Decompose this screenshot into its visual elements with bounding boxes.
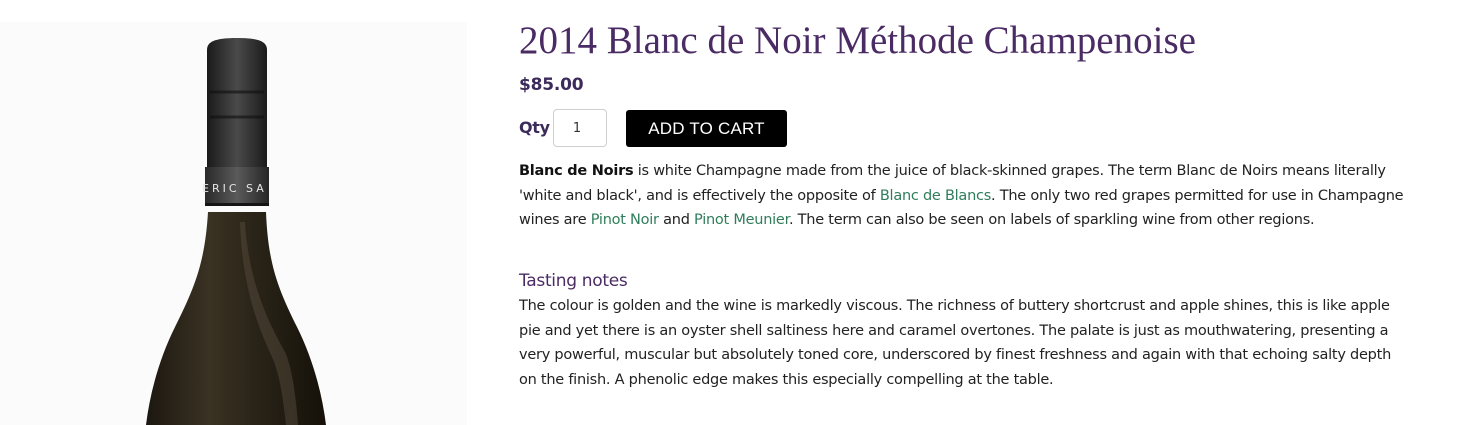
link-pinot-noir[interactable]: Pinot Noir — [591, 212, 659, 228]
product-description: Blanc de Noirs is white Champagne made f… — [519, 159, 1419, 233]
product-price: $85.00 — [519, 75, 584, 95]
description-bold-term: Blanc de Noirs — [519, 163, 634, 179]
product-page: ERIC SA 2014 Blanc de Noir Méthode Champ… — [0, 0, 1463, 425]
qty-label: Qty — [519, 118, 550, 137]
add-to-cart-form: Qty ADD TO CART — [519, 109, 919, 149]
link-blanc-de-blancs[interactable]: Blanc de Blancs — [880, 188, 991, 204]
add-to-cart-button[interactable]: ADD TO CART — [626, 110, 787, 147]
product-image: ERIC SA — [0, 22, 467, 425]
qty-input[interactable] — [553, 109, 607, 147]
tasting-notes-heading: Tasting notes — [519, 271, 628, 291]
description-text-3: and — [658, 212, 695, 228]
tasting-notes-text: The colour is golden and the wine is mar… — [519, 298, 1392, 388]
wine-bottle-image: ERIC SA — [146, 38, 326, 425]
product-title: 2014 Blanc de Noir Méthode Champenoise — [519, 19, 1196, 62]
link-pinot-meunier[interactable]: Pinot Meunier — [694, 212, 789, 228]
description-text-4: . The term can also be seen on labels of… — [788, 212, 1315, 228]
bottle-label-text: ERIC SA — [202, 182, 267, 195]
